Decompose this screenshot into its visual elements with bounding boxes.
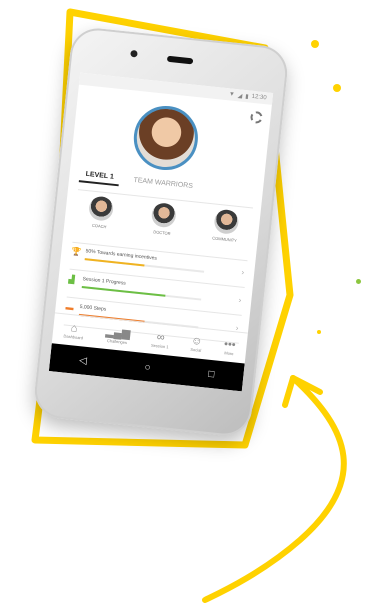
progress-track: [81, 286, 202, 301]
shoe-icon: ▬: [65, 302, 75, 313]
chevron-right-icon: ›: [241, 267, 245, 277]
status-time: 12:30: [251, 93, 267, 102]
battery-icon: ▮: [244, 93, 249, 100]
yellow-dot: [311, 40, 319, 48]
nav-item-challenges[interactable]: ▂▄▆ Challenges: [105, 325, 131, 344]
bar-chart-icon: ▟: [68, 274, 76, 285]
profile-avatar[interactable]: [130, 102, 202, 174]
nav-item-session[interactable]: ∞ Session 1: [151, 330, 170, 349]
nav-item-dashboard[interactable]: ⌂ Dashboard: [63, 321, 84, 340]
nav-label: More: [224, 349, 234, 356]
settings-gear-icon[interactable]: [249, 110, 264, 124]
yellow-dot: [333, 84, 341, 92]
wifi-icon: ▼: [228, 91, 236, 98]
nav-label: Dashboard: [63, 332, 84, 340]
community-avatar: [213, 208, 240, 235]
trophy-icon: 🏆: [71, 246, 82, 257]
team-member-doctor[interactable]: DOCTOR: [135, 201, 190, 254]
progress-label: 5,000 Steps: [79, 303, 107, 313]
nav-label: Social: [190, 346, 202, 353]
doctor-avatar: [150, 202, 177, 229]
marketing-scene: ▼ ◢ ▮ 12:30 LEVEL 1 TEAM WARRIORS COACH …: [0, 0, 365, 607]
green-dot: [356, 279, 361, 284]
signal-icon: ◢: [237, 92, 243, 100]
progress-label: Session 1 Progress: [82, 276, 127, 287]
coach-avatar: [87, 195, 115, 222]
tab-level[interactable]: LEVEL 1: [78, 166, 121, 186]
nav-item-social[interactable]: ☺ Social: [190, 334, 203, 352]
chevron-right-icon: ›: [238, 295, 242, 305]
app-screen: ▼ ◢ ▮ 12:30 LEVEL 1 TEAM WARRIORS COACH …: [48, 72, 274, 392]
home-circle-icon[interactable]: ○: [144, 362, 151, 374]
team-member-name: COMMUNITY: [212, 235, 238, 243]
team-member-coach[interactable]: COACH: [72, 194, 127, 247]
progress-fill-session: [81, 286, 166, 297]
team-member-name: DOCTOR: [153, 229, 171, 236]
nav-item-more[interactable]: ••• More: [223, 337, 237, 356]
yellow-arrow-head-left: [282, 375, 296, 408]
team-member-community[interactable]: COMMUNITY: [198, 207, 253, 260]
more-icon: •••: [223, 337, 237, 351]
nav-label: Session 1: [150, 342, 169, 349]
yellow-dot: [317, 330, 321, 334]
chat-icon: ☺: [190, 334, 204, 348]
tab-team-warriors[interactable]: TEAM WARRIORS: [127, 173, 200, 193]
back-icon[interactable]: ◁: [79, 355, 88, 367]
recents-icon[interactable]: □: [208, 368, 215, 380]
team-member-name: COACH: [91, 222, 107, 230]
phone-mockup: ▼ ◢ ▮ 12:30 LEVEL 1 TEAM WARRIORS COACH …: [32, 25, 290, 439]
